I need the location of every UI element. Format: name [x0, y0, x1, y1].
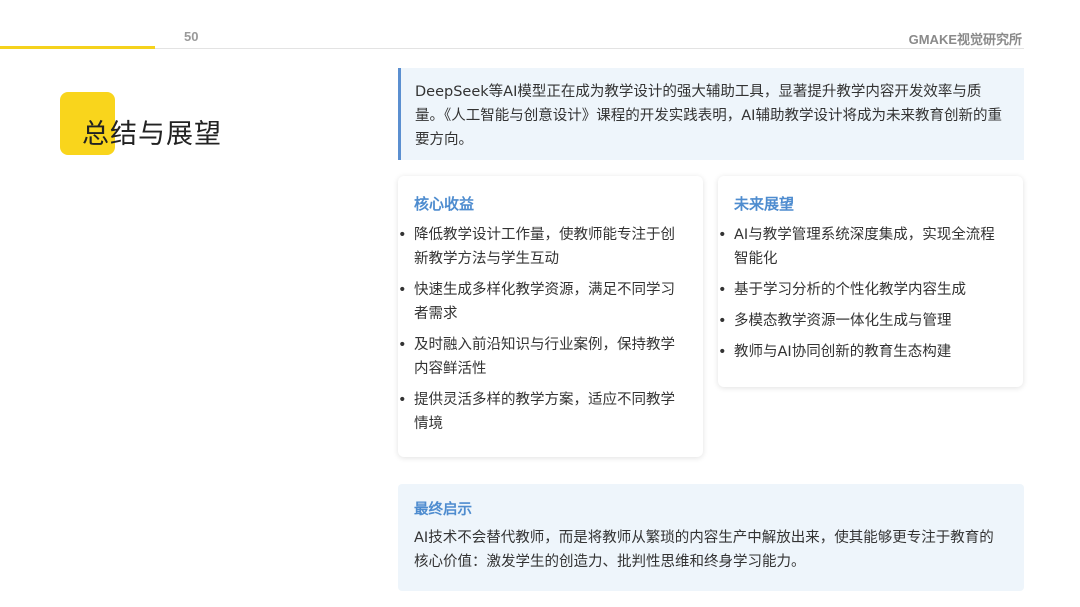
final-insight-panel: 最终启示 AI技术不会替代教师，而是将教师从繁琐的内容生产中解放出来，使其能够更…: [398, 484, 1024, 591]
list-item: • 教师与AI协同创新的教育生态构建: [718, 340, 1009, 364]
list-item: • 降低教学设计工作量，使教师能专注于创新教学方法与学生互动: [398, 223, 689, 271]
bullet-icon: •: [718, 282, 727, 298]
bullet-icon: •: [398, 227, 407, 243]
intro-panel: DeepSeek等AI模型正在成为教学设计的强大辅助工具，显著提升教学内容开发效…: [398, 68, 1024, 160]
final-insight-text: AI技术不会替代教师，而是将教师从繁琐的内容生产中解放出来，使其能够更专注于教育…: [414, 530, 994, 570]
list-item: • 多模态教学资源一体化生成与管理: [718, 309, 1009, 333]
bullet-icon: •: [718, 344, 727, 360]
core-benefits-list: • 降低教学设计工作量，使教师能专注于创新教学方法与学生互动 • 快速生成多样化教学…: [398, 223, 689, 436]
core-benefits-title: 核心收益: [414, 195, 475, 213]
list-item: • 基于学习分析的个性化教学内容生成: [718, 278, 1009, 302]
page-title: 总结与展望: [82, 119, 222, 150]
future-outlook-list: • AI与教学管理系统深度集成，实现全流程智能化 • 基于学习分析的个性化教学内容生…: [718, 223, 1009, 364]
list-item: • AI与教学管理系统深度集成，实现全流程智能化: [718, 223, 1009, 271]
bullet-icon: •: [718, 227, 727, 243]
bullet-icon: •: [398, 337, 407, 353]
future-outlook-title: 未来展望: [734, 195, 795, 213]
brand-name: GMAKE视觉研究所: [908, 32, 1022, 47]
core-benefits-card: 核心收益 • 降低教学设计工作量，使教师能专注于创新教学方法与学生互动 • 快速生成…: [398, 176, 703, 457]
bullet-icon: •: [398, 282, 407, 298]
intro-text: DeepSeek等AI模型正在成为教学设计的强大辅助工具，显著提升教学内容开发效…: [415, 84, 1002, 148]
final-insight-title: 最终启示: [414, 502, 472, 518]
list-item: • 快速生成多样化教学资源，满足不同学习者需求: [398, 278, 689, 326]
page-number: 50: [184, 29, 199, 44]
list-item: • 提供灵活多样的教学方案，适应不同教学情境: [398, 388, 689, 436]
future-outlook-card: 未来展望 • AI与教学管理系统深度集成，实现全流程智能化 • 基于学习分析的个性化…: [718, 176, 1023, 387]
list-item: • 及时融入前沿知识与行业案例，保持教学内容鲜活性: [398, 333, 689, 381]
header-accent-bar: [0, 46, 155, 49]
bullet-icon: •: [718, 313, 727, 329]
bullet-icon: •: [398, 392, 407, 408]
